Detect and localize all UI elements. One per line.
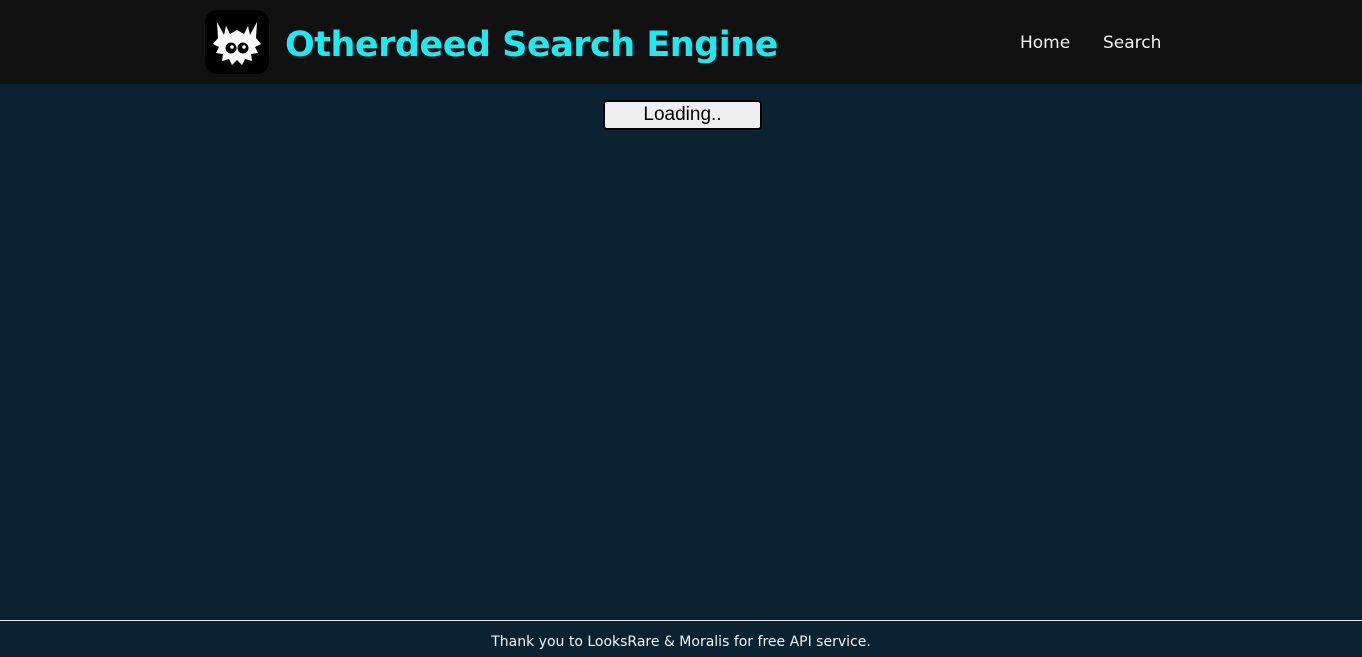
footer-divider [0, 620, 1362, 621]
nav-home-link[interactable]: Home [1020, 30, 1070, 56]
logo[interactable] [205, 10, 269, 74]
footer-credits: Thank you to LooksRare & Moralis for fre… [491, 634, 871, 650]
nav-search-link[interactable]: Search [1103, 30, 1161, 56]
site-title[interactable]: Otherdeed Search Engine [285, 20, 778, 70]
top-header: Otherdeed Search Engine Home Search [0, 0, 1362, 84]
loading-button[interactable]: Loading.. [603, 100, 762, 130]
otherdeed-koda-icon [213, 22, 261, 65]
